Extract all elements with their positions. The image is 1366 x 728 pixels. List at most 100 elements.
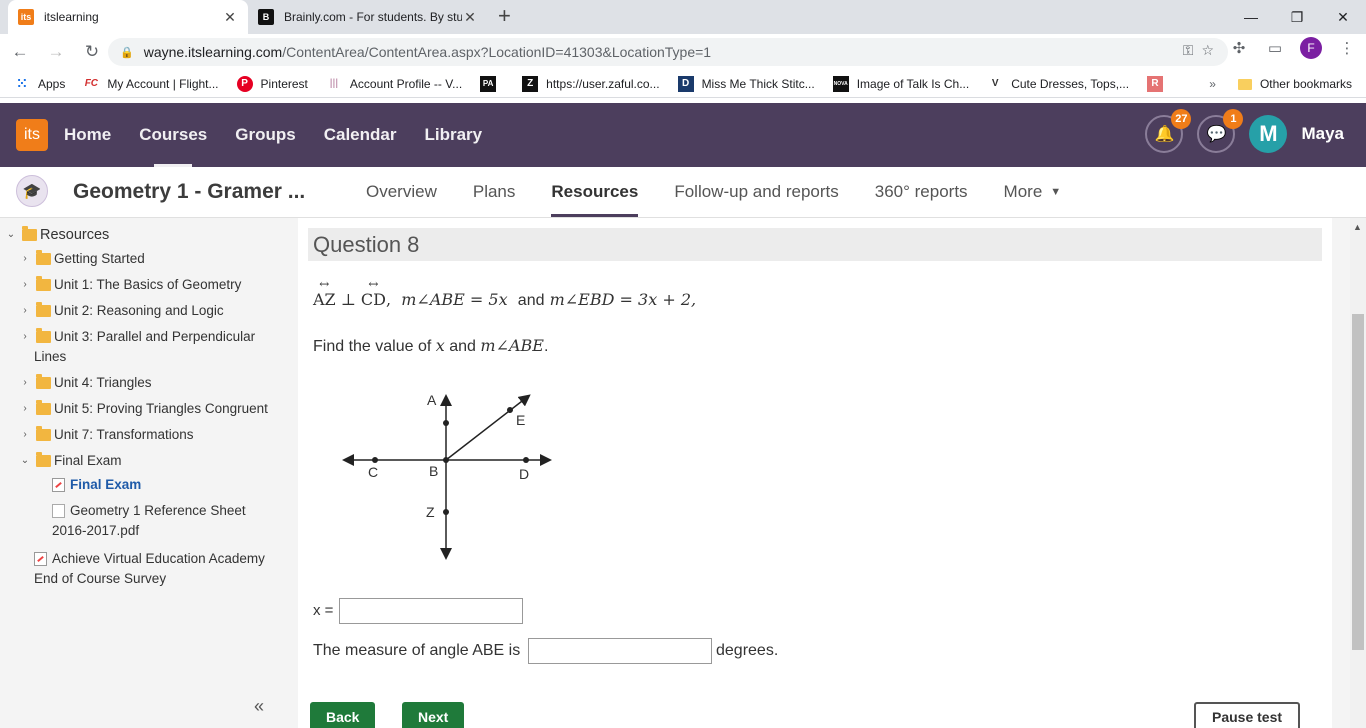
chevron-right-icon[interactable]: › xyxy=(18,425,32,445)
chevron-right-icon[interactable]: › xyxy=(18,399,32,419)
nav-calendar[interactable]: Calendar xyxy=(310,103,411,167)
bookmark-label: Pinterest xyxy=(260,76,308,91)
v-logo-icon: V xyxy=(991,78,999,89)
profile-avatar[interactable]: F xyxy=(1300,37,1322,59)
bookmark-label: Miss Me Thick Stitc... xyxy=(701,76,815,91)
user-avatar[interactable]: M xyxy=(1249,115,1288,153)
stripes-icon: ||| xyxy=(329,78,339,89)
star-icon[interactable]: ☆ xyxy=(1201,42,1214,59)
messages-button[interactable]: 💬 1 xyxy=(1197,109,1244,153)
back-button[interactable]: Back xyxy=(310,702,376,728)
browser-tab-brainly[interactable]: B Brainly.com - For students. By stu ✕ xyxy=(248,0,488,34)
chevron-right-icon[interactable]: › xyxy=(18,275,32,295)
tree-item-unit-4[interactable]: › Unit 4: Triangles xyxy=(18,373,152,393)
tree-item-unit-3[interactable]: › Unit 3: Parallel and Perpendicular xyxy=(18,327,255,347)
url-host: wayne.itslearning.com xyxy=(143,44,283,60)
itslearning-logo[interactable]: its xyxy=(16,119,48,151)
tree-item-reference-sheet-cont[interactable]: 2016-2017.pdf xyxy=(52,521,139,541)
reload-icon[interactable]: ↻ xyxy=(76,36,108,68)
bookmark-pa[interactable]: PA xyxy=(480,75,504,92)
chevron-right-icon[interactable]: › xyxy=(18,301,32,321)
scroll-up-arrow-icon[interactable]: ▲ xyxy=(1353,222,1362,232)
user-name[interactable]: Maya xyxy=(1301,124,1344,144)
tree-item-unit-2[interactable]: › Unit 2: Reasoning and Logic xyxy=(18,301,224,321)
nav-groups[interactable]: Groups xyxy=(221,103,309,167)
tab-more[interactable]: More ▼ xyxy=(986,167,1080,217)
minimize-icon[interactable]: — xyxy=(1228,0,1274,34)
tree-root-resources[interactable]: ⌄ Resources xyxy=(4,225,109,245)
tree-label: Unit 7: Transformations xyxy=(54,427,194,442)
close-window-icon[interactable]: ✕ xyxy=(1320,0,1366,34)
tab-resources[interactable]: Resources xyxy=(533,167,656,217)
next-button[interactable]: Next xyxy=(402,702,465,728)
tree-item-unit-5[interactable]: › Unit 5: Proving Triangles Congruent xyxy=(18,399,268,419)
prompt-angle: m∠ABE xyxy=(480,336,544,355)
tree-label: 2016-2017.pdf xyxy=(52,523,140,538)
nav-courses[interactable]: Courses xyxy=(125,103,221,167)
close-tab-icon[interactable]: ✕ xyxy=(222,9,238,26)
bookmark-apps[interactable]: ⁙ Apps xyxy=(14,76,66,92)
bookmark-zaful[interactable]: Z https://user.zaful.co... xyxy=(522,75,660,92)
bookmark-flight[interactable]: FC My Account | Flight... xyxy=(83,76,219,92)
key-icon[interactable]: ⚿ xyxy=(1183,42,1194,59)
chevron-right-icon[interactable]: › xyxy=(18,327,32,347)
close-tab-icon[interactable]: ✕ xyxy=(462,9,478,26)
tree-label: Unit 4: Triangles xyxy=(54,375,152,390)
label-d: D xyxy=(519,466,529,482)
back-arrow-icon[interactable]: ← xyxy=(4,36,36,68)
address-bar[interactable]: 🔒 wayne.itslearning.com/ContentArea/Cont… xyxy=(108,38,1228,66)
tab-360-reports[interactable]: 360° reports xyxy=(857,167,986,217)
notifications-button[interactable]: 🔔 27 xyxy=(1145,109,1192,153)
chevron-right-icon[interactable]: › xyxy=(18,249,32,269)
bookmark-miss-me[interactable]: D Miss Me Thick Stitc... xyxy=(677,75,815,92)
more-bookmarks-chevron-icon[interactable]: » xyxy=(1209,77,1216,91)
nav-library[interactable]: Library xyxy=(410,103,496,167)
bookmark-dresses[interactable]: V Cute Dresses, Tops,... xyxy=(987,76,1129,92)
x-answer-input[interactable] xyxy=(339,598,523,624)
tree-item-unit-3-cont[interactable]: Lines xyxy=(34,347,66,367)
other-bookmarks[interactable]: Other bookmarks xyxy=(1260,77,1352,91)
page-scrollbar[interactable]: ▲ xyxy=(1350,218,1366,728)
extensions-icon[interactable]: ✣ xyxy=(1228,37,1250,59)
chevron-down-icon[interactable]: ⌄ xyxy=(18,451,32,471)
pause-test-button[interactable]: Pause test xyxy=(1194,702,1301,728)
tree-item-survey[interactable]: Achieve Virtual Education Academy xyxy=(34,549,265,569)
course-title[interactable]: Geometry 1 - Gramer ... xyxy=(73,180,305,204)
tab-overview[interactable]: Overview xyxy=(348,167,455,217)
tree-item-unit-7[interactable]: › Unit 7: Transformations xyxy=(18,425,194,445)
collapse-sidebar-icon[interactable]: « xyxy=(254,696,264,717)
angle-answer-input[interactable] xyxy=(528,638,712,664)
tree-item-survey-cont[interactable]: End of Course Survey xyxy=(34,569,166,589)
tree-item-unit-1[interactable]: › Unit 1: The Basics of Geometry xyxy=(18,275,241,295)
chevron-down-icon[interactable]: ⌄ xyxy=(4,225,18,245)
forward-arrow-icon[interactable]: → xyxy=(40,36,72,68)
nav-home[interactable]: Home xyxy=(64,103,125,167)
bookmark-r[interactable]: R xyxy=(1147,75,1171,92)
equals-sign: = xyxy=(469,290,484,309)
tab-follow-up[interactable]: Follow-up and reports xyxy=(656,167,856,217)
chevron-right-icon[interactable]: › xyxy=(18,373,32,393)
menu-kebab-icon[interactable]: ⋮ xyxy=(1336,37,1358,59)
tree-label: Lines xyxy=(34,349,67,364)
label-c: C xyxy=(368,464,378,480)
geometry-diagram: A E C B D Z xyxy=(342,392,552,560)
bookmark-account-profile[interactable]: ||| Account Profile -- V... xyxy=(326,76,462,92)
course-header: 🎓 Geometry 1 - Gramer ... Overview Plans… xyxy=(0,167,1366,218)
tree-item-getting-started[interactable]: › Getting Started xyxy=(18,249,145,269)
pa-icon: PA xyxy=(480,75,497,92)
cast-icon[interactable]: ▭ xyxy=(1264,37,1286,59)
tree-label: Unit 1: The Basics of Geometry xyxy=(54,277,242,292)
restore-icon[interactable]: ❐ xyxy=(1274,0,1320,34)
bookmark-label: Image of Talk Is Ch... xyxy=(856,76,970,91)
scroll-thumb[interactable] xyxy=(1352,314,1364,650)
tab-plans[interactable]: Plans xyxy=(455,167,534,217)
browser-tab-itslearning[interactable]: its itslearning ✕ xyxy=(8,0,248,34)
tree-item-final-exam-folder[interactable]: ⌄ Final Exam xyxy=(18,451,122,471)
angle-ebd-label: m∠EBD xyxy=(549,290,615,309)
bookmark-talk[interactable]: NOVA Image of Talk Is Ch... xyxy=(832,75,970,92)
comma: , xyxy=(385,290,392,309)
tree-item-final-exam-test[interactable]: Final Exam xyxy=(52,475,141,495)
bookmark-pinterest[interactable]: P Pinterest xyxy=(236,75,308,92)
tree-item-reference-sheet[interactable]: Geometry 1 Reference Sheet xyxy=(52,501,246,521)
new-tab-icon[interactable]: + xyxy=(498,5,511,27)
